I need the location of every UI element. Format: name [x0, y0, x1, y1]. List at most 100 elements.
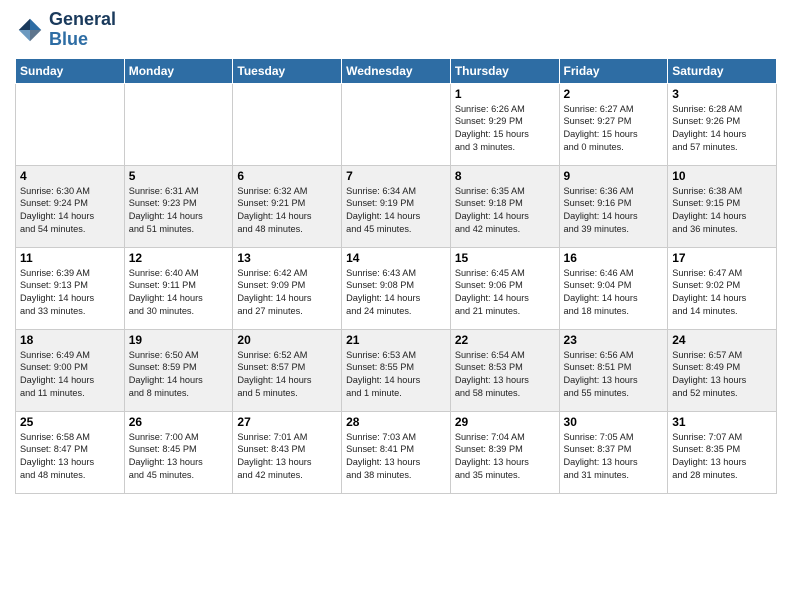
calendar-cell: 21 Sunrise: 6:53 AM Sunset: 8:55 PM Dayli…: [342, 329, 451, 411]
logo-icon: [15, 15, 45, 45]
calendar-cell: 28 Sunrise: 7:03 AM Sunset: 8:41 PM Dayli…: [342, 411, 451, 493]
day-number: 2: [564, 87, 664, 101]
calendar-cell: 5Sunrise: 6:31 AM Sunset: 9:23 PM Daylig…: [124, 165, 233, 247]
day-number: 9: [564, 169, 664, 183]
day-info: Sunrise: 7:07 AM Sunset: 8:35 PM Dayligh…: [672, 431, 772, 483]
calendar-cell: 14Sunrise: 6:43 AM Sunset: 9:08 PM Dayli…: [342, 247, 451, 329]
day-info: Sunrise: 6:58 AM Sunset: 8:47 PM Dayligh…: [20, 431, 120, 483]
calendar-cell: [16, 83, 125, 165]
calendar-cell: [233, 83, 342, 165]
day-number: 10: [672, 169, 772, 183]
weekday-header-friday: Friday: [559, 58, 668, 83]
calendar-cell: 31 Sunrise: 7:07 AM Sunset: 8:35 PM Dayli…: [668, 411, 777, 493]
day-info: Sunrise: 6:35 AM Sunset: 9:18 PM Dayligh…: [455, 185, 555, 237]
calendar-cell: 2 Sunrise: 6:27 AM Sunset: 9:27 PM Daylig…: [559, 83, 668, 165]
day-number: 26: [129, 415, 229, 429]
calendar-cell: 24 Sunrise: 6:57 AM Sunset: 8:49 PM Dayli…: [668, 329, 777, 411]
day-info: Sunrise: 6:47 AM Sunset: 9:02 PM Dayligh…: [672, 267, 772, 319]
day-info: Sunrise: 6:32 AM Sunset: 9:21 PM Dayligh…: [237, 185, 337, 237]
calendar-cell: 19Sunrise: 6:50 AM Sunset: 8:59 PM Dayli…: [124, 329, 233, 411]
week-row-1: 1 Sunrise: 6:26 AM Sunset: 9:29 PM Daylig…: [16, 83, 777, 165]
day-info: Sunrise: 6:49 AM Sunset: 9:00 PM Dayligh…: [20, 349, 120, 401]
day-number: 11: [20, 251, 120, 265]
day-number: 24: [672, 333, 772, 347]
day-info: Sunrise: 6:56 AM Sunset: 8:51 PM Dayligh…: [564, 349, 664, 401]
calendar-cell: 25 Sunrise: 6:58 AM Sunset: 8:47 PM Dayli…: [16, 411, 125, 493]
day-info: Sunrise: 6:54 AM Sunset: 8:53 PM Dayligh…: [455, 349, 555, 401]
day-info: Sunrise: 6:27 AM Sunset: 9:27 PM Dayligh…: [564, 103, 664, 155]
day-info: Sunrise: 6:42 AM Sunset: 9:09 PM Dayligh…: [237, 267, 337, 319]
day-number: 23: [564, 333, 664, 347]
day-info: Sunrise: 6:40 AM Sunset: 9:11 PM Dayligh…: [129, 267, 229, 319]
calendar-cell: 1 Sunrise: 6:26 AM Sunset: 9:29 PM Daylig…: [450, 83, 559, 165]
weekday-header-monday: Monday: [124, 58, 233, 83]
calendar-cell: 10 Sunrise: 6:38 AM Sunset: 9:15 PM Dayli…: [668, 165, 777, 247]
calendar-cell: 8Sunrise: 6:35 AM Sunset: 9:18 PM Daylig…: [450, 165, 559, 247]
page-container: General Blue SundayMondayTuesdayWednesda…: [0, 0, 792, 504]
day-info: Sunrise: 6:39 AM Sunset: 9:13 PM Dayligh…: [20, 267, 120, 319]
week-row-5: 25 Sunrise: 6:58 AM Sunset: 8:47 PM Dayli…: [16, 411, 777, 493]
day-info: Sunrise: 6:36 AM Sunset: 9:16 PM Dayligh…: [564, 185, 664, 237]
day-number: 20: [237, 333, 337, 347]
calendar-cell: 22 Sunrise: 6:54 AM Sunset: 8:53 PM Dayli…: [450, 329, 559, 411]
day-number: 30: [564, 415, 664, 429]
page-header: General Blue: [15, 10, 777, 50]
calendar-cell: 18 Sunrise: 6:49 AM Sunset: 9:00 PM Dayli…: [16, 329, 125, 411]
calendar-cell: 13Sunrise: 6:42 AM Sunset: 9:09 PM Dayli…: [233, 247, 342, 329]
day-info: Sunrise: 6:52 AM Sunset: 8:57 PM Dayligh…: [237, 349, 337, 401]
day-info: Sunrise: 7:01 AM Sunset: 8:43 PM Dayligh…: [237, 431, 337, 483]
day-info: Sunrise: 6:30 AM Sunset: 9:24 PM Dayligh…: [20, 185, 120, 237]
weekday-header-thursday: Thursday: [450, 58, 559, 83]
calendar-cell: 11 Sunrise: 6:39 AM Sunset: 9:13 PM Dayli…: [16, 247, 125, 329]
day-info: Sunrise: 6:50 AM Sunset: 8:59 PM Dayligh…: [129, 349, 229, 401]
calendar-cell: 27 Sunrise: 7:01 AM Sunset: 8:43 PM Dayli…: [233, 411, 342, 493]
week-row-4: 18 Sunrise: 6:49 AM Sunset: 9:00 PM Dayli…: [16, 329, 777, 411]
day-info: Sunrise: 7:03 AM Sunset: 8:41 PM Dayligh…: [346, 431, 446, 483]
calendar-cell: 12 Sunrise: 6:40 AM Sunset: 9:11 PM Dayli…: [124, 247, 233, 329]
calendar-cell: 29Sunrise: 7:04 AM Sunset: 8:39 PM Dayli…: [450, 411, 559, 493]
day-number: 25: [20, 415, 120, 429]
week-row-2: 4Sunrise: 6:30 AM Sunset: 9:24 PM Daylig…: [16, 165, 777, 247]
logo: General Blue: [15, 10, 116, 50]
day-info: Sunrise: 6:45 AM Sunset: 9:06 PM Dayligh…: [455, 267, 555, 319]
logo-text: General Blue: [49, 10, 116, 50]
day-number: 27: [237, 415, 337, 429]
day-number: 31: [672, 415, 772, 429]
day-number: 22: [455, 333, 555, 347]
weekday-header-tuesday: Tuesday: [233, 58, 342, 83]
day-number: 1: [455, 87, 555, 101]
calendar-cell: 16Sunrise: 6:46 AM Sunset: 9:04 PM Dayli…: [559, 247, 668, 329]
calendar-cell: 9 Sunrise: 6:36 AM Sunset: 9:16 PM Daylig…: [559, 165, 668, 247]
day-number: 7: [346, 169, 446, 183]
day-number: 18: [20, 333, 120, 347]
day-info: Sunrise: 6:53 AM Sunset: 8:55 PM Dayligh…: [346, 349, 446, 401]
day-info: Sunrise: 6:31 AM Sunset: 9:23 PM Dayligh…: [129, 185, 229, 237]
calendar-cell: 7Sunrise: 6:34 AM Sunset: 9:19 PM Daylig…: [342, 165, 451, 247]
calendar-table: SundayMondayTuesdayWednesdayThursdayFrid…: [15, 58, 777, 494]
day-info: Sunrise: 6:38 AM Sunset: 9:15 PM Dayligh…: [672, 185, 772, 237]
day-number: 6: [237, 169, 337, 183]
calendar-cell: 23 Sunrise: 6:56 AM Sunset: 8:51 PM Dayli…: [559, 329, 668, 411]
calendar-body: 1 Sunrise: 6:26 AM Sunset: 9:29 PM Daylig…: [16, 83, 777, 493]
calendar-cell: [124, 83, 233, 165]
day-number: 12: [129, 251, 229, 265]
day-info: Sunrise: 6:26 AM Sunset: 9:29 PM Dayligh…: [455, 103, 555, 155]
weekday-header-sunday: Sunday: [16, 58, 125, 83]
week-row-3: 11 Sunrise: 6:39 AM Sunset: 9:13 PM Dayli…: [16, 247, 777, 329]
day-info: Sunrise: 6:57 AM Sunset: 8:49 PM Dayligh…: [672, 349, 772, 401]
calendar-cell: 3Sunrise: 6:28 AM Sunset: 9:26 PM Daylig…: [668, 83, 777, 165]
calendar-cell: 6 Sunrise: 6:32 AM Sunset: 9:21 PM Daylig…: [233, 165, 342, 247]
calendar-cell: 4Sunrise: 6:30 AM Sunset: 9:24 PM Daylig…: [16, 165, 125, 247]
weekday-header-wednesday: Wednesday: [342, 58, 451, 83]
calendar-cell: 17Sunrise: 6:47 AM Sunset: 9:02 PM Dayli…: [668, 247, 777, 329]
day-info: Sunrise: 6:43 AM Sunset: 9:08 PM Dayligh…: [346, 267, 446, 319]
calendar-cell: [342, 83, 451, 165]
calendar-cell: 26 Sunrise: 7:00 AM Sunset: 8:45 PM Dayli…: [124, 411, 233, 493]
day-info: Sunrise: 7:00 AM Sunset: 8:45 PM Dayligh…: [129, 431, 229, 483]
weekday-header-row: SundayMondayTuesdayWednesdayThursdayFrid…: [16, 58, 777, 83]
day-number: 28: [346, 415, 446, 429]
weekday-header-saturday: Saturday: [668, 58, 777, 83]
day-info: Sunrise: 6:46 AM Sunset: 9:04 PM Dayligh…: [564, 267, 664, 319]
day-info: Sunrise: 6:28 AM Sunset: 9:26 PM Dayligh…: [672, 103, 772, 155]
day-number: 21: [346, 333, 446, 347]
